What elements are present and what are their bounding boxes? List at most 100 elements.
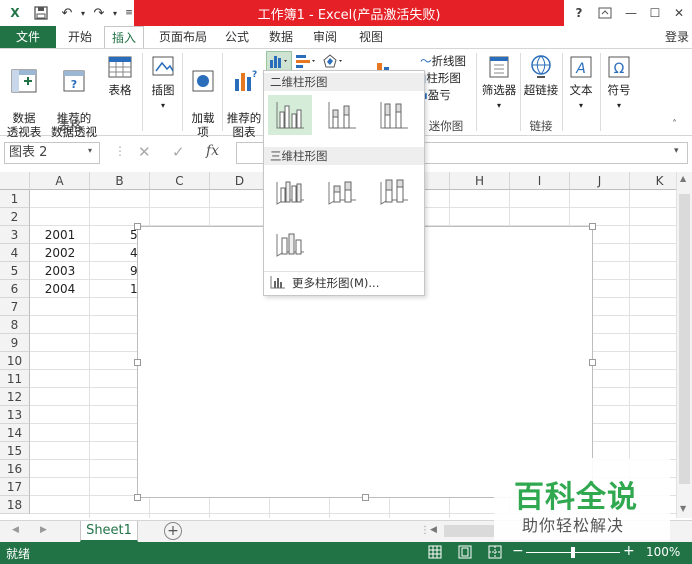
hyperlink-button[interactable]: 超链接	[522, 53, 560, 97]
help-button[interactable]: ?	[568, 3, 590, 23]
close-icon[interactable]: ✕	[668, 3, 690, 23]
cancel-icon[interactable]: ✕	[138, 143, 151, 161]
stacked-column-option[interactable]	[320, 95, 364, 135]
slicer-button[interactable]: 筛选器 ▾	[478, 53, 520, 113]
login-link[interactable]: 登录	[662, 26, 692, 48]
pivot-table-button[interactable]: 数据 透视表	[4, 53, 44, 139]
row-header-16[interactable]: 16	[0, 460, 30, 478]
chevron-down-icon[interactable]: ▾	[88, 146, 92, 155]
other-chart-button[interactable]	[322, 53, 346, 69]
table-button[interactable]: 表格	[104, 53, 136, 97]
bar-chart-button[interactable]	[294, 53, 318, 69]
3d-percent-stacked-column-option[interactable]	[372, 171, 416, 211]
resize-handle-top-right[interactable]	[589, 223, 596, 230]
next-sheet-icon[interactable]: ▶	[40, 525, 47, 535]
tab-home[interactable]: 开始	[60, 26, 100, 48]
row-header-9[interactable]: 9	[0, 334, 30, 352]
cell-a4[interactable]: 2002	[30, 244, 90, 262]
row-header-15[interactable]: 15	[0, 442, 30, 460]
row-header-3[interactable]: 3	[0, 226, 30, 244]
recommended-pivot-button[interactable]: ? 推荐的 数据透视表	[46, 53, 102, 153]
cell-a3[interactable]: 2001	[30, 226, 90, 244]
recommended-charts-button[interactable]: ? 推荐的 图表	[224, 53, 264, 139]
row-header-14[interactable]: 14	[0, 424, 30, 442]
select-all-corner[interactable]	[0, 172, 30, 190]
row-header-1[interactable]: 1	[0, 190, 30, 208]
cell-a5[interactable]: 2003	[30, 262, 90, 280]
addins-button[interactable]: 加载 项	[186, 53, 220, 139]
clustered-column-option[interactable]	[268, 95, 312, 135]
row-header-8[interactable]: 8	[0, 316, 30, 334]
more-column-charts-item[interactable]: 更多柱形图(M)...	[264, 271, 424, 293]
column-header-k[interactable]: K	[630, 172, 676, 190]
3d-stacked-column-option[interactable]	[320, 171, 364, 211]
row-header-12[interactable]: 12	[0, 388, 30, 406]
resize-handle-bottom-left[interactable]	[134, 494, 141, 501]
column-header-h[interactable]: H	[450, 172, 510, 190]
resize-handle-right[interactable]	[589, 359, 596, 366]
row-header-5[interactable]: 5	[0, 262, 30, 280]
page-layout-view-icon[interactable]	[458, 545, 472, 562]
restore-icon[interactable]: ☐	[644, 3, 666, 23]
add-sheet-button[interactable]: +	[164, 522, 182, 540]
scroll-left-icon[interactable]: ◀	[430, 525, 437, 535]
illustrations-button[interactable]: 插图 ▾	[146, 53, 180, 113]
tab-review[interactable]: 审阅	[306, 26, 344, 48]
column-header-b[interactable]: B	[90, 172, 150, 190]
tab-view[interactable]: 视图	[352, 26, 390, 48]
minimize-icon[interactable]: —	[620, 3, 642, 23]
column-header-d[interactable]: D	[210, 172, 270, 190]
text-button[interactable]: A 文本 ▾	[564, 53, 598, 113]
row-header-18[interactable]: 18	[0, 496, 30, 514]
row-header-7[interactable]: 7	[0, 298, 30, 316]
row-header-2[interactable]: 2	[0, 208, 30, 226]
column-header-i[interactable]: I	[510, 172, 570, 190]
row-header-13[interactable]: 13	[0, 406, 30, 424]
3d-column-option[interactable]	[268, 223, 312, 263]
symbol-button[interactable]: Ω 符号 ▾	[602, 53, 636, 113]
column-header-j[interactable]: J	[570, 172, 630, 190]
insert-function-icon[interactable]: fx	[206, 143, 219, 159]
sheet-tab-sheet1[interactable]: Sheet1	[80, 521, 138, 542]
row-header-6[interactable]: 6	[0, 280, 30, 298]
sparkline-column-button[interactable]: ▮柱形图	[420, 70, 472, 87]
row-header-17[interactable]: 17	[0, 478, 30, 496]
scroll-down-icon[interactable]: ▼	[680, 504, 686, 513]
vertical-scrollbar[interactable]: ▲ ▼	[676, 172, 692, 518]
ribbon-display-options-icon[interactable]	[594, 3, 616, 23]
sparkline-winloss-button[interactable]: ▪盈亏	[420, 87, 472, 104]
save-icon[interactable]	[32, 4, 50, 22]
percent-stacked-column-option[interactable]	[372, 95, 416, 135]
collapse-ribbon-icon[interactable]: ˄	[672, 119, 677, 130]
normal-view-icon[interactable]	[428, 545, 442, 562]
resize-handle-top-left[interactable]	[134, 223, 141, 230]
row-header-11[interactable]: 11	[0, 370, 30, 388]
row-header-10[interactable]: 10	[0, 352, 30, 370]
column-header-a[interactable]: A	[30, 172, 90, 190]
zoom-slider-thumb[interactable]	[571, 547, 575, 558]
prev-sheet-icon[interactable]: ◀	[12, 525, 19, 535]
resize-handle-left[interactable]	[134, 359, 141, 366]
resize-handle-bottom[interactable]	[362, 494, 369, 501]
scroll-thumb[interactable]	[679, 194, 690, 484]
zoom-level[interactable]: 100%	[646, 545, 680, 559]
tab-data[interactable]: 数据	[262, 26, 300, 48]
hscroll-split-icon[interactable]: ⋮	[420, 525, 430, 536]
tab-file[interactable]: 文件	[0, 26, 56, 48]
column-chart-button[interactable]	[266, 51, 292, 71]
scroll-up-icon[interactable]: ▲	[680, 174, 686, 183]
tab-insert[interactable]: 插入	[104, 26, 144, 49]
sparkline-line-button[interactable]: 〜折线图	[420, 53, 472, 70]
tab-formulas[interactable]: 公式	[218, 26, 256, 48]
tab-page-layout[interactable]: 页面布局	[150, 26, 216, 48]
zoom-out-button[interactable]: −	[512, 543, 524, 559]
row-header-4[interactable]: 4	[0, 244, 30, 262]
name-box[interactable]: 图表 2	[4, 142, 100, 164]
3d-clustered-column-option[interactable]	[268, 171, 312, 211]
horizontal-scroll-thumb[interactable]	[444, 525, 494, 537]
cell-a6[interactable]: 2004	[30, 280, 90, 298]
column-header-c[interactable]: C	[150, 172, 210, 190]
enter-icon[interactable]: ✓	[172, 143, 185, 161]
zoom-in-button[interactable]: +	[623, 543, 635, 559]
page-break-view-icon[interactable]	[488, 545, 502, 562]
